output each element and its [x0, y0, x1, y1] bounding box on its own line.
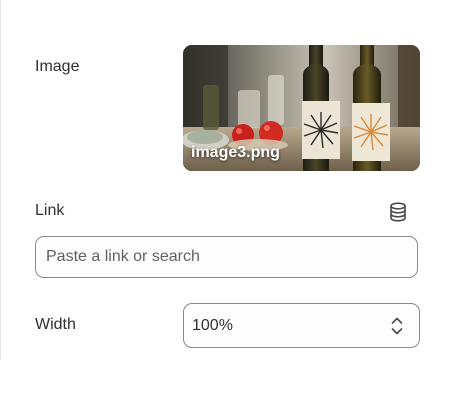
database-icon[interactable] — [387, 201, 409, 223]
link-search-input[interactable] — [35, 236, 418, 278]
width-select[interactable]: 100% — [183, 303, 420, 348]
image-filename: image3.png — [191, 144, 280, 161]
link-label: Link — [35, 202, 65, 219]
image-thumbnail[interactable]: image3.png — [183, 45, 420, 171]
width-label: Width — [35, 316, 76, 333]
width-value: 100% — [192, 317, 233, 334]
image-label: Image — [35, 58, 80, 75]
select-chevrons-icon — [389, 315, 405, 337]
panel-left-border — [0, 0, 1, 360]
